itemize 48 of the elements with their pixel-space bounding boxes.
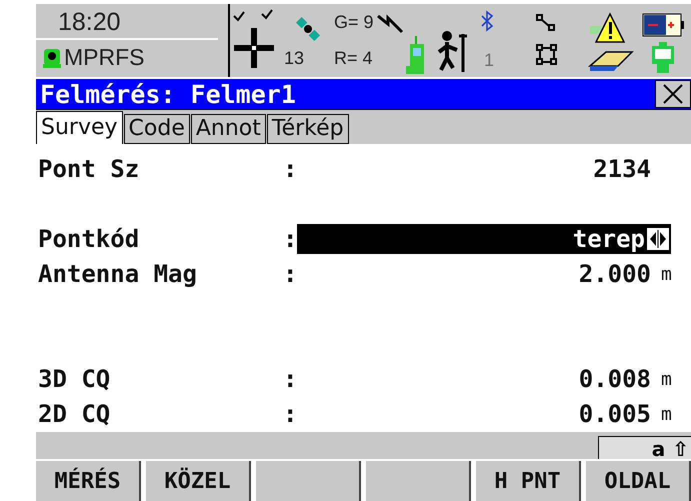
gps-count: G= 9: [334, 12, 374, 33]
tab[interactable]: Térkép: [266, 114, 349, 144]
separator: :: [283, 365, 297, 394]
separator: :: [283, 225, 297, 254]
walking-person-icon: [435, 30, 469, 74]
softkey[interactable]: OLDAL: [586, 461, 691, 501]
window-title: Felmérés: Felmer1: [39, 80, 296, 109]
satellite-count: 13: [284, 48, 304, 69]
field-label: Antenna Mag: [37, 260, 198, 288]
unit: m: [660, 264, 673, 285]
device-icon: [650, 42, 676, 74]
status-mode: MPRFS: [64, 44, 144, 71]
softkey[interactable]: KÖZEL: [146, 461, 251, 501]
field-value: 0.008: [578, 365, 651, 394]
port-number: 1: [484, 50, 494, 71]
link-icon: [536, 14, 556, 32]
softkey[interactable]: H PNT: [476, 461, 581, 501]
lightning-icon: [376, 14, 406, 34]
separator: :: [283, 260, 297, 288]
field-value: 2.000: [578, 260, 651, 288]
radio-icon: [406, 36, 426, 76]
separator: :: [283, 400, 297, 428]
bluetooth-icon: [480, 10, 494, 32]
unit: m: [660, 404, 673, 425]
list-field[interactable]: terep: [297, 224, 671, 254]
time: 18:20: [36, 4, 218, 40]
field-value: 0.005: [578, 400, 651, 428]
tab[interactable]: Annot: [190, 114, 266, 144]
satellite-icon: [293, 14, 323, 44]
field-label: Pontkód: [37, 225, 140, 254]
close-button[interactable]: [655, 80, 691, 108]
softkey[interactable]: MÉRÉS: [36, 461, 141, 501]
left-right-arrows-icon: [647, 228, 669, 250]
input-mode: a ⇧: [598, 436, 691, 460]
close-icon: [662, 84, 684, 104]
battery-icon: [642, 12, 684, 38]
glonass-count: R= 4: [334, 48, 373, 69]
field-label: Pont Sz: [37, 155, 140, 184]
field-label: 3D CQ: [37, 365, 112, 394]
instrument-icon: [42, 46, 62, 68]
tab[interactable]: Survey: [36, 110, 123, 144]
field-value: 2134: [593, 155, 651, 184]
network-icon: [536, 44, 558, 66]
warning-icon: [590, 12, 626, 44]
separator: :: [283, 155, 297, 184]
field-label: 2D CQ: [37, 400, 112, 428]
unit: m: [660, 368, 673, 390]
tab[interactable]: Code: [124, 114, 190, 144]
